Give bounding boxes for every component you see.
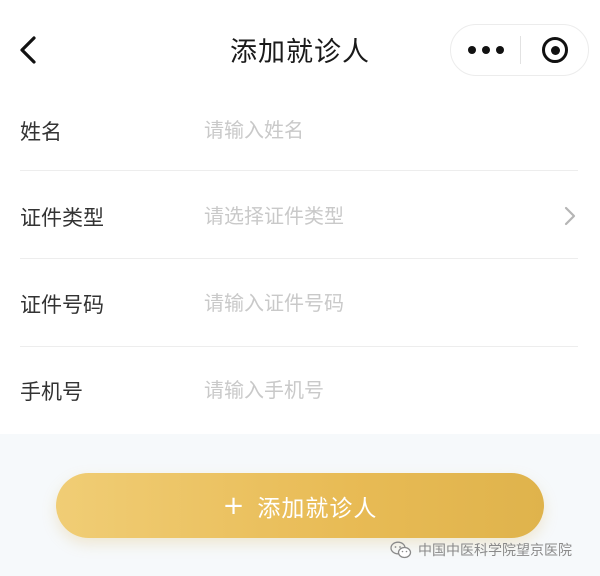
mini-program-capsule xyxy=(450,24,589,76)
form-row-name: 姓名 xyxy=(0,112,600,152)
plus-icon: + xyxy=(222,490,246,521)
name-label: 姓名 xyxy=(20,120,62,144)
divider xyxy=(20,258,578,259)
form-row-phone: 手机号 xyxy=(0,372,600,412)
divider xyxy=(20,170,578,171)
form-row-id-type[interactable]: 证件类型 xyxy=(0,198,600,238)
target-close-icon xyxy=(542,37,568,63)
add-patient-label: 添加就诊人 xyxy=(257,495,378,522)
form-row-id-number: 证件号码 xyxy=(0,285,600,325)
nav-bar: 添加就诊人 xyxy=(0,0,600,96)
phone-label: 手机号 xyxy=(20,380,83,404)
phone-input[interactable] xyxy=(204,378,554,402)
more-dots-icon xyxy=(465,46,507,54)
name-input[interactable] xyxy=(204,118,554,142)
id-number-input[interactable] xyxy=(204,291,554,315)
watermark: 中国中医科学院望京医院 xyxy=(390,540,572,560)
id-type-label: 证件类型 xyxy=(20,206,104,230)
id-type-select[interactable] xyxy=(204,204,554,228)
wechat-icon xyxy=(390,541,412,559)
id-number-label: 证件号码 xyxy=(20,293,104,317)
more-button[interactable] xyxy=(451,25,520,75)
close-button[interactable] xyxy=(521,25,589,75)
chevron-right-icon xyxy=(564,206,576,226)
add-patient-button[interactable]: + 添加就诊人 xyxy=(56,473,544,538)
divider xyxy=(20,346,578,347)
watermark-text: 中国中医科学院望京医院 xyxy=(418,543,572,559)
